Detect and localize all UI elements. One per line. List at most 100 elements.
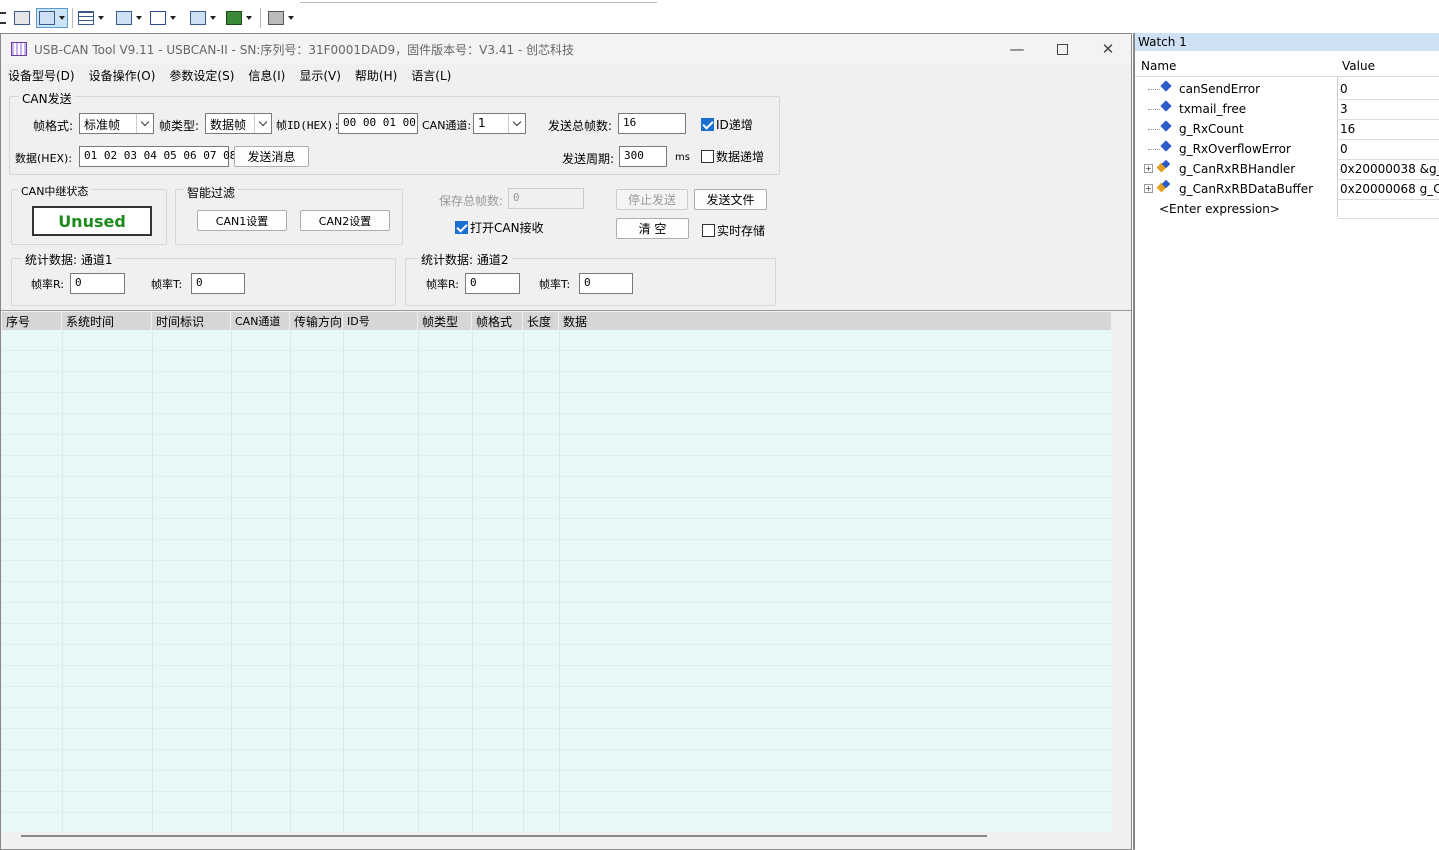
grid-row-line xyxy=(2,497,1112,498)
watch-enter-expression[interactable]: <Enter expression> xyxy=(1135,199,1439,219)
realtime-save-checkbox[interactable]: 实时存储 xyxy=(702,222,765,239)
id-increment-label: ID递增 xyxy=(716,118,753,132)
grid-row-line xyxy=(2,665,1112,666)
usb-can-tool-window: USB-CAN Tool V9.11 - USBCAN-II - SN:序列号：… xyxy=(0,33,1132,850)
frame-type-select[interactable]: 数据帧 xyxy=(205,113,272,134)
grid-row-line xyxy=(2,791,1112,792)
grid-horizontal-scrollbar[interactable] xyxy=(21,835,987,837)
grid-row-line xyxy=(2,707,1112,708)
watch-title: Watch 1 xyxy=(1135,33,1439,51)
col-timestamp[interactable]: 时间标识 xyxy=(152,312,231,330)
watch-row[interactable]: +g_CanRxRBHandler0x20000038 &g_Can xyxy=(1135,159,1439,179)
frame-format-label: 帧格式: xyxy=(33,119,74,133)
can-send-group-title: CAN发送 xyxy=(19,90,75,107)
send-total-input[interactable]: 16 xyxy=(618,113,686,134)
frame-id-label: 帧ID(HEX): xyxy=(276,119,340,132)
watch-row[interactable]: canSendError 0 xyxy=(1135,79,1439,99)
can-channel-select[interactable]: 1 xyxy=(473,113,526,134)
ch1-rate-r-value: 0 xyxy=(70,273,125,294)
grid-row-line xyxy=(2,560,1112,561)
clear-button[interactable]: 清 空 xyxy=(616,218,689,239)
col-can-channel[interactable]: CAN通道 xyxy=(231,312,290,330)
chip-icon[interactable] xyxy=(226,8,252,28)
maximize-icon[interactable] xyxy=(1039,34,1085,64)
can2-settings-button[interactable]: CAN2设置 xyxy=(300,210,390,231)
chevron-down-icon xyxy=(254,114,271,133)
grid-row-line xyxy=(2,434,1112,435)
grid-row-line xyxy=(2,728,1112,729)
close-icon[interactable]: ✕ xyxy=(1085,34,1131,64)
col-direction[interactable]: 传输方向 xyxy=(290,312,343,330)
data-hex-input[interactable]: 01 02 03 04 05 06 07 08 xyxy=(79,146,236,167)
variable-icon xyxy=(1160,140,1172,152)
watch-col-name[interactable]: Name xyxy=(1141,59,1176,73)
table-icon[interactable] xyxy=(78,8,104,28)
checkbox-empty-icon xyxy=(702,224,715,237)
watch-row[interactable]: txmail_free 3 xyxy=(1135,99,1439,119)
grid-row-line xyxy=(2,602,1112,603)
data-hex-label: 数据(HEX): xyxy=(15,152,73,165)
data-increment-checkbox[interactable]: 数据递增 xyxy=(701,148,764,165)
open-can-receive-checkbox[interactable]: 打开CAN接收 xyxy=(455,219,544,236)
grid-row-line xyxy=(2,749,1112,750)
col-length[interactable]: 长度 xyxy=(523,312,559,330)
saved-total-input: 0 xyxy=(508,188,584,209)
branch-icon[interactable] xyxy=(150,8,176,28)
col-data[interactable]: 数据 xyxy=(559,312,1112,330)
grid-row-line xyxy=(2,476,1112,477)
frame-format-select[interactable]: 标准帧 xyxy=(79,113,154,134)
send-message-button[interactable]: 发送消息 xyxy=(234,146,309,167)
col-system-time[interactable]: 系统时间 xyxy=(62,312,152,330)
grid-row-line xyxy=(2,581,1112,582)
ch2-rate-r-value: 0 xyxy=(465,273,520,294)
struct-icon xyxy=(1158,161,1170,173)
edit-icon[interactable] xyxy=(116,8,142,28)
menu-device-model[interactable]: 设备型号(D) xyxy=(1,64,82,86)
grid-row-line xyxy=(2,623,1112,624)
menu-params[interactable]: 参数设定(S) xyxy=(162,64,241,86)
frame-type-value: 数据帧 xyxy=(210,118,247,132)
open-can-receive-label: 打开CAN接收 xyxy=(470,221,544,235)
chevron-down-icon xyxy=(136,114,153,133)
ch2-rate-r-label: 帧率R: xyxy=(426,278,460,291)
id-increment-checkbox[interactable]: ID递增 xyxy=(701,116,753,133)
frame-id-input[interactable]: 00 00 01 00 xyxy=(338,113,418,134)
col-index[interactable]: 序号 xyxy=(2,312,62,330)
smart-filter-title: 智能过滤 xyxy=(184,184,239,201)
checkbox-checked-icon xyxy=(701,118,714,131)
tools-icon[interactable] xyxy=(268,8,294,28)
expand-icon[interactable]: + xyxy=(1144,184,1153,193)
watch-row[interactable]: g_RxCount 16 xyxy=(1135,119,1439,139)
watch-panel: Watch 1 Name Value canSendError 0 txmail_… xyxy=(1133,33,1439,850)
can-channel-label: CAN通道: xyxy=(422,119,472,132)
menu-help[interactable]: 帮助(H) xyxy=(348,64,404,86)
col-frame-format[interactable]: 帧格式 xyxy=(472,312,523,330)
watch-row[interactable]: +g_CanRxRBDataBuffer0x20000068 g_CanR xyxy=(1135,179,1439,199)
variable-icon xyxy=(1160,120,1172,132)
grid-vertical-scrollbar[interactable] xyxy=(1112,312,1131,832)
grid-row-line xyxy=(2,686,1112,687)
minimize-icon[interactable]: — xyxy=(994,34,1040,64)
col-id[interactable]: ID号 xyxy=(343,312,418,330)
list-icon[interactable] xyxy=(0,8,6,28)
menu-info[interactable]: 信息(I) xyxy=(241,64,292,86)
relay-status-badge: Unused xyxy=(32,206,152,236)
menu-language[interactable]: 语言(L) xyxy=(404,64,458,86)
menu-device-ops[interactable]: 设备操作(O) xyxy=(82,64,163,86)
menu-display[interactable]: 显示(V) xyxy=(292,64,348,86)
frame-type-label: 帧类型: xyxy=(159,119,200,133)
watch-row[interactable]: g_RxOverflowError 0 xyxy=(1135,139,1439,159)
view-icon[interactable] xyxy=(36,8,68,28)
print-icon[interactable] xyxy=(14,8,30,28)
col-frame-type[interactable]: 帧类型 xyxy=(418,312,472,330)
message-grid[interactable]: 序号 系统时间 时间标识 CAN通道 传输方向 ID号 帧类型 帧格式 长度 数… xyxy=(2,312,1112,832)
send-file-button[interactable]: 发送文件 xyxy=(694,189,767,210)
watch-col-value[interactable]: Value xyxy=(1342,59,1375,73)
realtime-save-label: 实时存储 xyxy=(717,224,766,238)
grid-header: 序号 系统时间 时间标识 CAN通道 传输方向 ID号 帧类型 帧格式 长度 数… xyxy=(2,312,1112,330)
expand-icon[interactable]: + xyxy=(1144,164,1153,173)
grid-row-line xyxy=(2,371,1112,372)
window-icon[interactable] xyxy=(190,8,216,28)
send-period-input[interactable]: 300 xyxy=(619,146,667,167)
can1-settings-button[interactable]: CAN1设置 xyxy=(197,210,287,231)
